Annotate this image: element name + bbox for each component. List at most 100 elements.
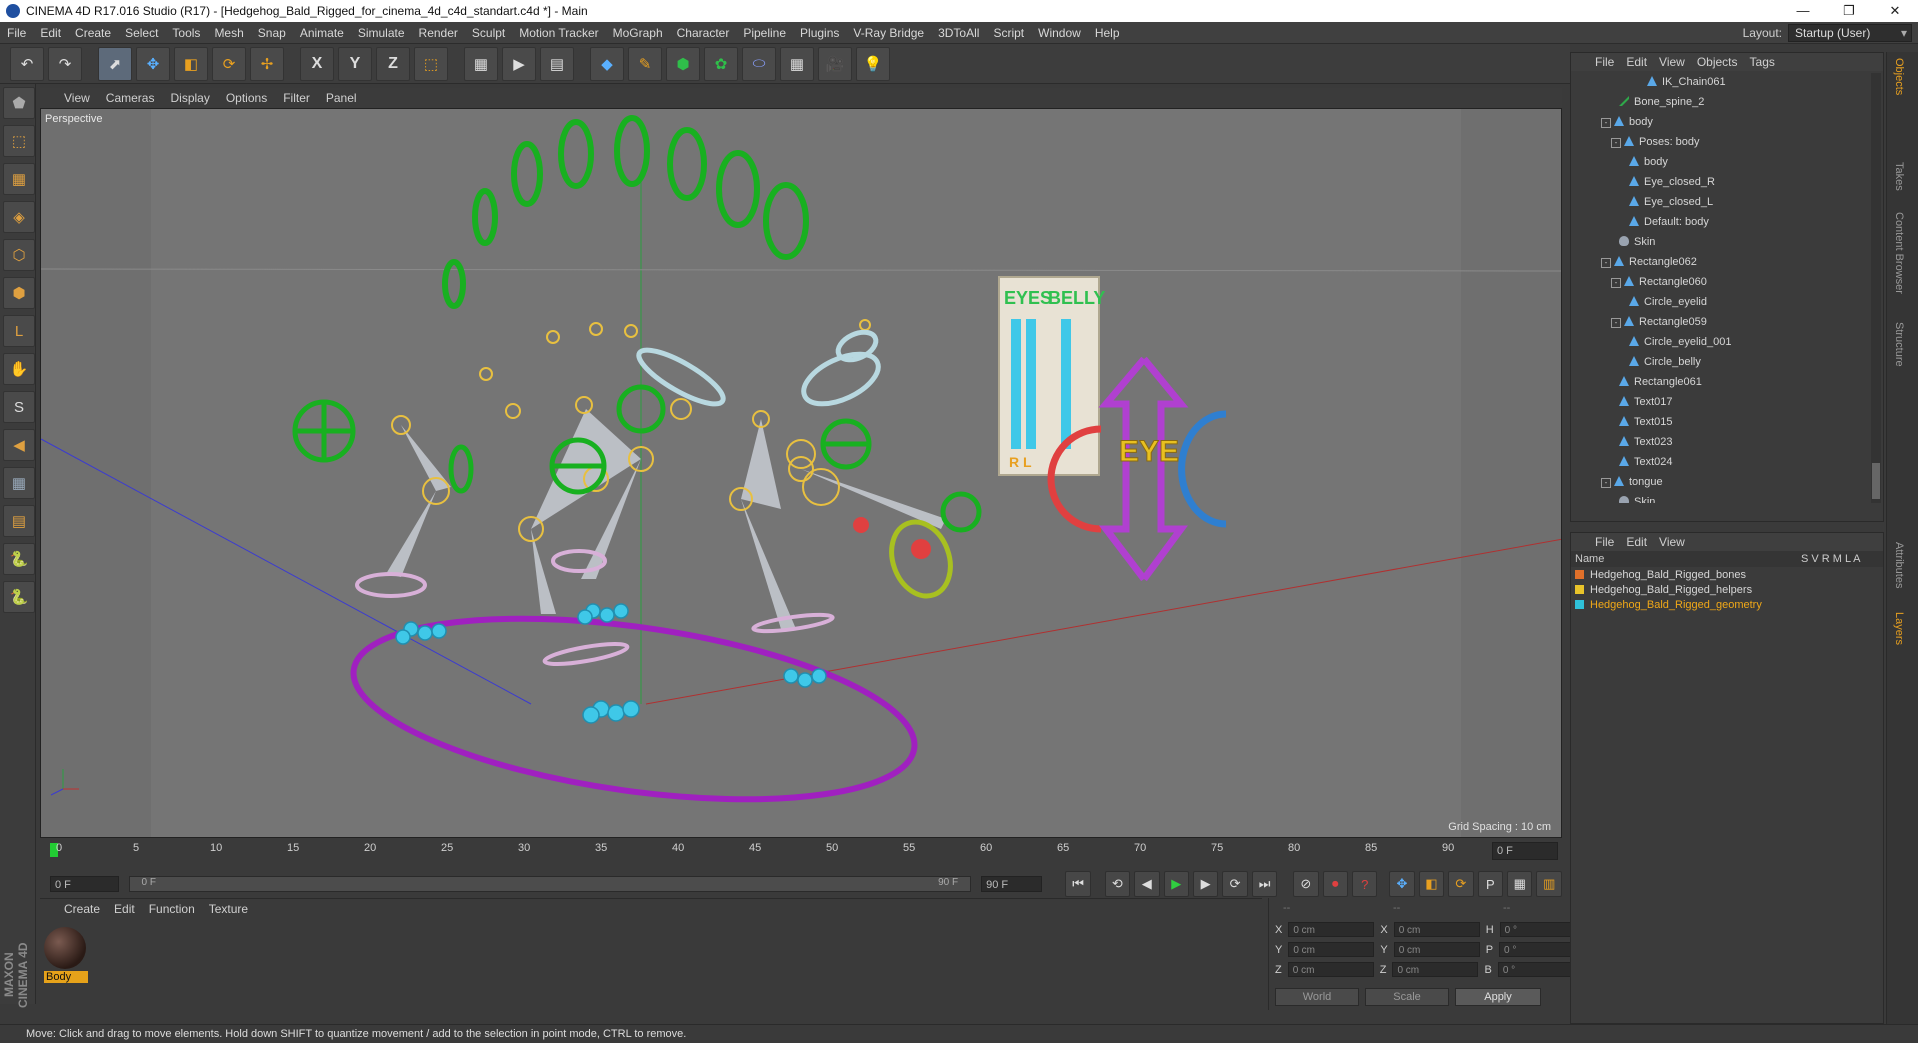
viewport-menu-panel[interactable]: Panel xyxy=(326,91,357,105)
render-view-icon[interactable]: ▦ xyxy=(464,46,498,81)
go-to-start-icon[interactable]: ⏮ xyxy=(1065,871,1091,897)
floor-icon[interactable]: ▦ xyxy=(780,46,814,81)
deformer-icon[interactable]: ⬭ xyxy=(742,46,776,81)
tab-structure[interactable]: Structure xyxy=(1893,322,1905,367)
model-mode-icon[interactable]: ⬚ xyxy=(3,125,35,157)
move-tool-icon[interactable]: ✥ xyxy=(136,46,170,81)
next-frame-icon[interactable]: ▶ xyxy=(1192,871,1219,897)
workplane-mode-icon[interactable]: ◈ xyxy=(3,201,35,233)
om-menu-edit[interactable]: Edit xyxy=(1626,55,1647,69)
menu-vray-bridge[interactable]: V-Ray Bridge xyxy=(846,26,931,40)
axis-mode-icon[interactable]: ✋ xyxy=(3,353,35,385)
expand-toggle-icon[interactable]: - xyxy=(1611,138,1621,148)
key-scale-icon[interactable]: ◧ xyxy=(1418,871,1445,897)
material-swatch[interactable]: Body xyxy=(44,927,88,983)
perspective-viewport[interactable]: EYES BELLY R L EYE Perspective Grid Spac… xyxy=(40,108,1562,838)
locked-workplane-icon[interactable]: ▤ xyxy=(3,505,35,537)
object-tree-item[interactable]: Text017 xyxy=(1619,393,1673,411)
expand-toggle-icon[interactable]: - xyxy=(1601,118,1611,128)
layout-dropdown[interactable]: Startup (User) xyxy=(1788,24,1912,42)
expand-toggle-icon[interactable]: - xyxy=(1601,258,1611,268)
tab-attributes[interactable]: Attributes xyxy=(1893,542,1905,588)
python-script-2-icon[interactable]: 🐍 xyxy=(3,581,35,613)
pen-spline-icon[interactable]: ✎ xyxy=(628,46,662,81)
object-tree-item[interactable]: Bone_spine_2 xyxy=(1619,93,1704,111)
texture-mode-icon[interactable]: ▦ xyxy=(3,163,35,195)
recent-tool-icon[interactable]: ✢ xyxy=(250,46,284,81)
viewport-menu-display[interactable]: Display xyxy=(170,91,209,105)
lm-menu-view[interactable]: View xyxy=(1659,535,1685,549)
tweak-mode-icon[interactable]: S xyxy=(3,391,35,423)
object-tree-item[interactable]: Circle_belly xyxy=(1629,353,1701,371)
render-picture-viewer-icon[interactable]: ▶ xyxy=(502,46,536,81)
python-script-icon[interactable]: 🐍 xyxy=(3,543,35,575)
object-tree-item[interactable]: - Rectangle062 xyxy=(1601,253,1697,271)
end-frame-field[interactable]: 90 F xyxy=(981,876,1042,892)
menu-mesh[interactable]: Mesh xyxy=(207,26,250,40)
object-tree-item[interactable]: body xyxy=(1629,153,1668,171)
menu-motion-tracker[interactable]: Motion Tracker xyxy=(512,26,605,40)
object-tree-item[interactable]: Text015 xyxy=(1619,413,1673,431)
subdivision-surface-icon[interactable]: ⬢ xyxy=(666,46,700,81)
position-x-field[interactable]: 0 cm xyxy=(1288,922,1375,937)
array-generator-icon[interactable]: ✿ xyxy=(704,46,738,81)
scale-tool-icon[interactable]: ◧ xyxy=(174,46,208,81)
camera-icon[interactable]: 🎥 xyxy=(818,46,852,81)
layer-row[interactable]: Hedgehog_Bald_Rigged_bones xyxy=(1571,567,1883,582)
material-menu-create[interactable]: Create xyxy=(64,902,100,916)
menu-script[interactable]: Script xyxy=(986,26,1031,40)
object-tree-item[interactable]: Rectangle061 xyxy=(1619,373,1702,391)
render-settings-icon[interactable]: ▤ xyxy=(540,46,574,81)
menu-file[interactable]: File xyxy=(0,26,33,40)
menu-simulate[interactable]: Simulate xyxy=(351,26,412,40)
key-position-icon[interactable]: ✥ xyxy=(1389,871,1415,897)
size-x-field[interactable]: 0 cm xyxy=(1393,922,1480,937)
polygons-mode-icon[interactable]: L xyxy=(3,315,35,347)
object-tree-item[interactable]: Circle_eyelid_001 xyxy=(1629,333,1731,351)
expand-toggle-icon[interactable]: - xyxy=(1611,278,1621,288)
x-axis-lock-icon[interactable]: X xyxy=(300,46,334,81)
start-frame-field[interactable]: 0 F xyxy=(50,876,119,892)
coordinate-mode-dropdown[interactable]: World xyxy=(1275,988,1359,1006)
layer-row[interactable]: Hedgehog_Bald_Rigged_geometry xyxy=(1571,597,1883,612)
key-rotation-icon[interactable]: ⟳ xyxy=(1448,871,1474,897)
menu-plugins[interactable]: Plugins xyxy=(793,26,846,40)
object-tree-item[interactable]: Eye_closed_L xyxy=(1629,193,1713,211)
lm-menu-file[interactable]: File xyxy=(1595,535,1614,549)
object-tree-item[interactable]: Skin xyxy=(1619,233,1655,251)
menu-create[interactable]: Create xyxy=(68,26,118,40)
make-editable-icon[interactable]: ⬟ xyxy=(3,87,35,119)
current-frame-field[interactable]: 0 F xyxy=(1492,842,1558,860)
go-to-end-icon[interactable]: ⏭ xyxy=(1251,871,1278,897)
menu-animate[interactable]: Animate xyxy=(293,26,351,40)
light-icon[interactable]: 💡 xyxy=(856,46,890,81)
key-pla-icon[interactable]: ▦ xyxy=(1507,871,1533,897)
undo-icon[interactable]: ↶ xyxy=(10,46,44,81)
om-menu-tags[interactable]: Tags xyxy=(1750,55,1775,69)
expand-toggle-icon[interactable]: - xyxy=(1611,318,1621,328)
om-menu-objects[interactable]: Objects xyxy=(1697,55,1738,69)
tab-content-browser[interactable]: Content Browser xyxy=(1893,212,1905,294)
redo-icon[interactable]: ↷ xyxy=(48,46,82,81)
scrollbar-thumb[interactable] xyxy=(1872,463,1880,499)
size-y-field[interactable]: 0 cm xyxy=(1393,942,1480,957)
size-z-field[interactable]: 0 cm xyxy=(1392,962,1479,977)
play-icon[interactable]: ▶ xyxy=(1163,871,1189,897)
lm-menu-edit[interactable]: Edit xyxy=(1626,535,1647,549)
object-tree-item[interactable]: - Rectangle060 xyxy=(1611,273,1707,291)
frame-range-slider[interactable]: 0 F 90 F xyxy=(128,876,972,892)
om-menu-file[interactable]: File xyxy=(1595,55,1614,69)
cube-primitive-icon[interactable]: ◆ xyxy=(590,46,624,81)
workplane-icon[interactable]: ▦ xyxy=(3,467,35,499)
om-menu-view[interactable]: View xyxy=(1659,55,1685,69)
object-tree-item[interactable]: Text024 xyxy=(1619,453,1673,471)
object-tree-item[interactable]: Default: body xyxy=(1629,213,1709,231)
rotation-h-field[interactable]: 0 ° xyxy=(1499,922,1576,937)
previous-keyframe-icon[interactable]: ⟲ xyxy=(1104,871,1131,897)
menu-pipeline[interactable]: Pipeline xyxy=(736,26,793,40)
tab-takes[interactable]: Takes xyxy=(1893,162,1905,191)
tab-objects[interactable]: Objects xyxy=(1893,58,1905,95)
viewport-menu-options[interactable]: Options xyxy=(226,91,267,105)
position-z-field[interactable]: 0 cm xyxy=(1287,962,1374,977)
menu-sculpt[interactable]: Sculpt xyxy=(465,26,512,40)
